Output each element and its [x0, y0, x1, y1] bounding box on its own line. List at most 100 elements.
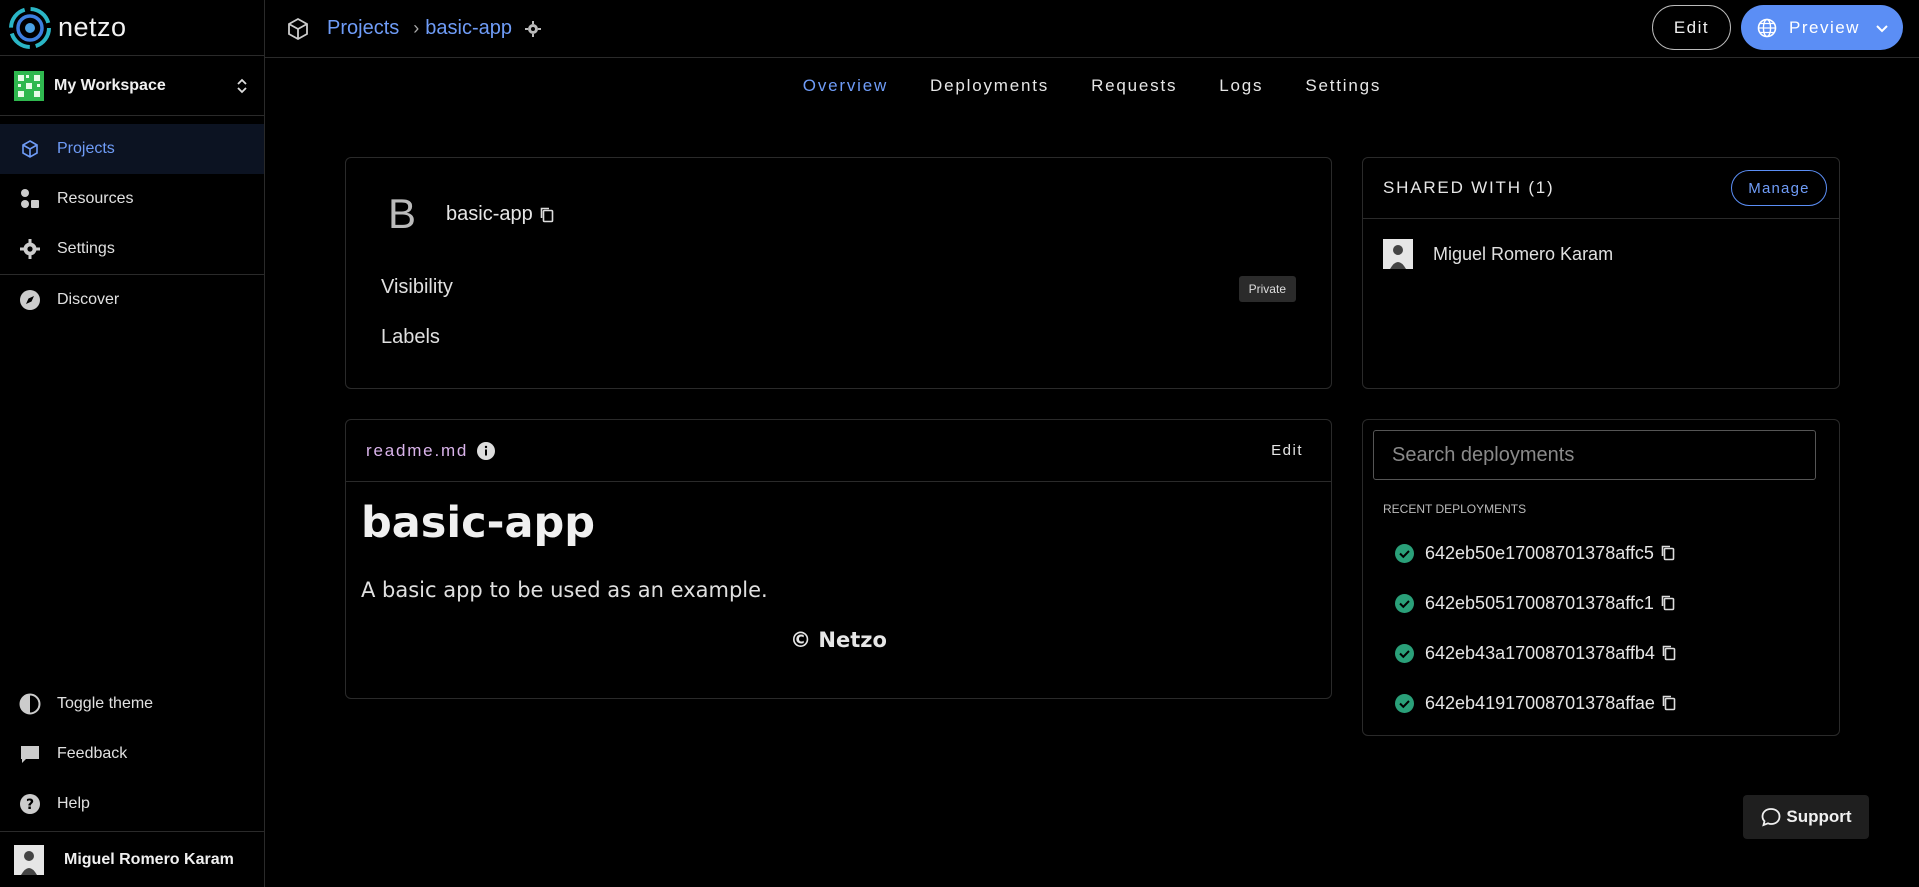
globe-icon: [1757, 18, 1777, 37]
sidebar-item-label: Help: [57, 795, 90, 812]
cube-icon: [18, 137, 42, 161]
tab-deployments[interactable]: Deployments: [909, 76, 1070, 96]
gear-icon: [18, 237, 42, 261]
breadcrumb-current[interactable]: basic-app: [425, 17, 512, 40]
avatar: [1383, 239, 1413, 269]
search-deployments-input[interactable]: [1373, 430, 1816, 480]
tab-settings[interactable]: Settings: [1284, 76, 1402, 96]
compass-icon: [18, 288, 42, 312]
deployment-id: 642eb50517008701378affc1: [1425, 592, 1654, 613]
readme-paragraph: A basic app to be used as an example.: [361, 578, 768, 602]
brand-name: netzo: [58, 12, 127, 42]
preview-label: Preview: [1789, 17, 1860, 37]
check-circle-icon: [1395, 543, 1414, 563]
readme-card: readme.md Edit basic-app A basic app to …: [345, 419, 1332, 699]
deployments-card: RECENT DEPLOYMENTS 642eb50e17008701378af…: [1362, 419, 1840, 736]
visibility-badge: Private: [1238, 276, 1296, 302]
brand[interactable]: netzo: [0, 0, 264, 56]
resources-icon: [18, 187, 42, 211]
readme-heading: basic-app: [361, 498, 596, 548]
user-menu[interactable]: Miguel Romero Karam: [0, 831, 264, 887]
app-root: netzo My Workspace Projects Resources Se…: [0, 0, 1919, 887]
list-item[interactable]: 642eb50517008701378affc1: [1394, 578, 1677, 628]
shared-with-title: SHARED WITH (1): [1383, 178, 1555, 197]
readme-header: readme.md Edit: [346, 420, 1331, 482]
sidebar-item-projects[interactable]: Projects: [0, 124, 264, 174]
project-name-row: basic-app: [446, 203, 555, 226]
avatar: [14, 844, 44, 875]
list-item[interactable]: 642eb41917008701378affae: [1394, 678, 1677, 728]
deployment-id: 642eb43a17008701378affb4: [1425, 642, 1655, 663]
recent-deployments-label: RECENT DEPLOYMENTS: [1383, 502, 1527, 516]
header: Projects › basic-app Edit Preview: [265, 0, 1919, 58]
project-name: basic-app: [446, 203, 533, 225]
sidebar-item-help[interactable]: ? Help: [0, 779, 264, 829]
chevron-right-icon: ›: [413, 18, 420, 38]
readme-filename: readme.md: [366, 440, 469, 460]
sidebar-item-label: Projects: [57, 140, 115, 157]
workspace-name: My Workspace: [54, 76, 166, 94]
shared-with-card: SHARED WITH (1) Manage Miguel Romero Kar…: [1362, 157, 1840, 389]
edit-button[interactable]: Edit: [1652, 5, 1731, 50]
sidebar-item-label: Discover: [57, 291, 120, 308]
shared-with-header: SHARED WITH (1) Manage: [1363, 158, 1839, 219]
readme-edit-button[interactable]: Edit: [1271, 442, 1303, 459]
breadcrumb-projects[interactable]: Projects: [327, 17, 399, 40]
chevron-up-down-icon: [237, 78, 247, 93]
project-tabs: Overview Deployments Requests Logs Setti…: [265, 58, 1919, 114]
deployment-id: 642eb41917008701378affae: [1425, 692, 1655, 713]
tab-logs[interactable]: Logs: [1198, 76, 1284, 96]
contrast-icon: [18, 692, 42, 716]
deployment-id: 642eb50e17008701378affc5: [1425, 542, 1654, 563]
cube-icon: [288, 17, 308, 40]
sidebar-bottom: Toggle theme Feedback ? Help: [0, 679, 264, 829]
visibility-label: Visibility: [381, 276, 453, 298]
sidebar-item-label: Feedback: [57, 745, 128, 762]
list-item[interactable]: 642eb50e17008701378affc5: [1394, 528, 1677, 578]
project-avatar-letter: B: [388, 190, 417, 237]
copy-icon[interactable]: [1660, 544, 1676, 562]
shared-user-item[interactable]: Miguel Romero Karam: [1363, 219, 1839, 269]
chat-bubble-icon: [1762, 808, 1781, 827]
tab-overview[interactable]: Overview: [782, 76, 909, 96]
sidebar-item-discover[interactable]: Discover: [0, 275, 264, 325]
svg-text:?: ?: [26, 797, 34, 813]
gear-icon[interactable]: [524, 20, 542, 38]
check-circle-icon: [1395, 593, 1414, 613]
support-button[interactable]: Support: [1743, 795, 1869, 839]
sidebar-item-toggle-theme[interactable]: Toggle theme: [0, 679, 264, 729]
copy-icon[interactable]: [539, 206, 555, 224]
sidebar-item-resources[interactable]: Resources: [0, 174, 264, 224]
sidebar-item-label: Settings: [57, 240, 115, 257]
labels-label: Labels: [381, 326, 440, 348]
sidebar-item-feedback[interactable]: Feedback: [0, 729, 264, 779]
shared-user-name: Miguel Romero Karam: [1433, 243, 1614, 264]
sidebar-nav: Projects Resources Settings Discover: [0, 116, 264, 325]
header-actions: Edit Preview: [1652, 5, 1903, 50]
check-circle-icon: [1395, 693, 1414, 713]
readme-footer: © Netzo: [790, 628, 887, 652]
copy-icon[interactable]: [1661, 694, 1677, 712]
copy-icon[interactable]: [1660, 594, 1676, 612]
sidebar-item-label: Toggle theme: [57, 695, 154, 712]
sidebar-item-label: Resources: [57, 190, 134, 207]
check-circle-icon: [1395, 643, 1414, 663]
chevron-down-icon[interactable]: [1873, 19, 1891, 37]
sidebar-item-settings[interactable]: Settings: [0, 224, 264, 274]
preview-button[interactable]: Preview: [1741, 5, 1903, 50]
netzo-logo: [9, 6, 51, 49]
list-item[interactable]: 642eb43a17008701378affb4: [1394, 628, 1677, 678]
workspace-switcher[interactable]: My Workspace: [0, 56, 264, 116]
sidebar: netzo My Workspace Projects Resources Se…: [0, 0, 265, 887]
copy-icon[interactable]: [1661, 644, 1677, 662]
readme-content: basic-app A basic app to be used as an e…: [346, 482, 1331, 652]
deployment-list: 642eb50e17008701378affc5 642eb5051700870…: [1394, 528, 1677, 728]
user-name: Miguel Romero Karam: [64, 850, 234, 868]
help-icon: ?: [18, 792, 42, 816]
support-label: Support: [1786, 807, 1852, 826]
project-info-card: B basic-app Visibility Private Labels: [345, 157, 1332, 389]
info-icon[interactable]: [476, 441, 496, 461]
tab-requests[interactable]: Requests: [1070, 76, 1198, 96]
workspace-avatar: [14, 70, 44, 101]
manage-button[interactable]: Manage: [1731, 170, 1827, 206]
